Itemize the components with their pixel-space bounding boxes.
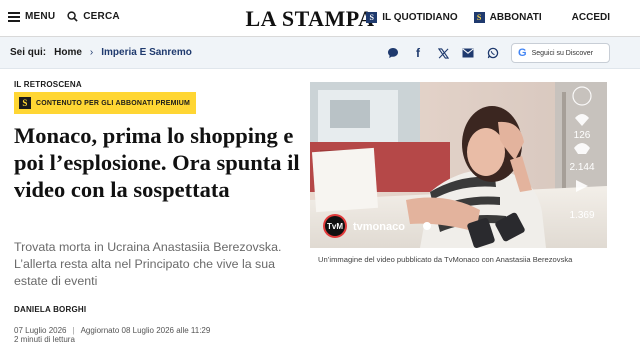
comment-button[interactable] xyxy=(384,44,402,62)
google-discover-button[interactable]: G Seguici su Discover xyxy=(511,43,610,63)
breadcrumb: Sei qui: Home › Imperia E Sanremo xyxy=(10,47,192,58)
share-buttons: f xyxy=(384,44,502,62)
x-icon xyxy=(437,47,449,59)
newspaper-icon: S xyxy=(366,12,378,23)
reading-time: 2 minuti di lettura xyxy=(14,335,75,344)
abbonati-label: ABBONATI xyxy=(489,12,542,23)
quotidiano-link[interactable]: S IL QUOTIDIANO xyxy=(366,12,458,23)
article-author[interactable]: DANIELA BORGHI xyxy=(14,305,86,314)
article-dates: 07 Luglio 2026 | Aggiornato 08 Luglio 20… xyxy=(14,326,210,344)
abbonati-link[interactable]: S ABBONATI xyxy=(473,12,542,23)
x-button[interactable] xyxy=(434,44,452,62)
subscribe-icon: S xyxy=(473,12,485,23)
premium-icon: S xyxy=(19,97,31,109)
google-icon: G xyxy=(518,47,527,59)
hamburger-icon xyxy=(8,11,20,22)
published-date: 07 Luglio 2026 xyxy=(14,326,67,335)
email-icon xyxy=(462,48,474,58)
login-button[interactable]: ACCEDI xyxy=(572,12,610,23)
email-button[interactable] xyxy=(459,44,477,62)
menu-button[interactable]: MENU xyxy=(8,11,55,22)
top-header: MENU CERCA LA STAMPA S IL QUOTIDIANO S A… xyxy=(0,0,640,37)
header-right-controls: S IL QUOTIDIANO S ABBONATI ACCEDI xyxy=(366,12,610,23)
updated-date: Aggiornato 08 Luglio 2026 alle 11:29 xyxy=(80,326,211,335)
accedi-label: ACCEDI xyxy=(571,12,610,23)
facebook-icon: f xyxy=(416,46,420,60)
image-caption: Un’immagine del video pubblicato da TvMo… xyxy=(318,255,573,264)
article-headline: Monaco, prima lo shopping e poi l’esplos… xyxy=(14,123,300,202)
breadcrumb-section-link[interactable]: Imperia E Sanremo xyxy=(101,47,192,58)
comment-icon xyxy=(388,48,398,58)
menu-label: MENU xyxy=(25,11,56,22)
quotidiano-label: IL QUOTIDIANO xyxy=(382,12,458,23)
svg-text:TvM: TvM xyxy=(327,222,343,231)
svg-text:1.369: 1.369 xyxy=(569,210,594,221)
svg-text:126: 126 xyxy=(574,130,591,141)
whatsapp-icon xyxy=(487,47,499,59)
breadcrumb-home-link[interactable]: Home xyxy=(54,47,82,58)
search-label: CERCA xyxy=(83,11,120,22)
article-image[interactable]: 126 2.144 1.369 TvM tvmonaco xyxy=(310,82,607,248)
breadcrumb-prefix: Sei qui: xyxy=(10,47,47,58)
header-left-controls: MENU CERCA xyxy=(8,11,120,22)
svg-text:2.144: 2.144 xyxy=(569,162,594,173)
breadcrumb-bar: Sei qui: Home › Imperia E Sanremo f G Se… xyxy=(0,37,640,69)
site-logo: LA STAMPA xyxy=(245,6,375,31)
article-kicker: IL RETROSCENA xyxy=(14,80,82,89)
premium-label: CONTENUTO PER GLI ABBONATI PREMIUM xyxy=(36,99,191,107)
article-summary: Trovata morta in Ucraina Anastasiia Bere… xyxy=(14,240,282,288)
search-button[interactable]: CERCA xyxy=(67,11,120,22)
site-logo-link[interactable]: LA STAMPA xyxy=(240,6,380,31)
discover-label: Seguici su Discover xyxy=(531,49,594,57)
video-still-image: 126 2.144 1.369 TvM tvmonaco xyxy=(310,82,607,248)
search-icon xyxy=(67,11,78,22)
whatsapp-button[interactable] xyxy=(484,44,502,62)
facebook-button[interactable]: f xyxy=(409,44,427,62)
breadcrumb-separator-icon: › xyxy=(89,47,94,58)
date-separator: | xyxy=(72,326,75,335)
premium-badge: S CONTENUTO PER GLI ABBONATI PREMIUM xyxy=(14,92,197,114)
svg-text:tvmonaco: tvmonaco xyxy=(353,221,405,233)
